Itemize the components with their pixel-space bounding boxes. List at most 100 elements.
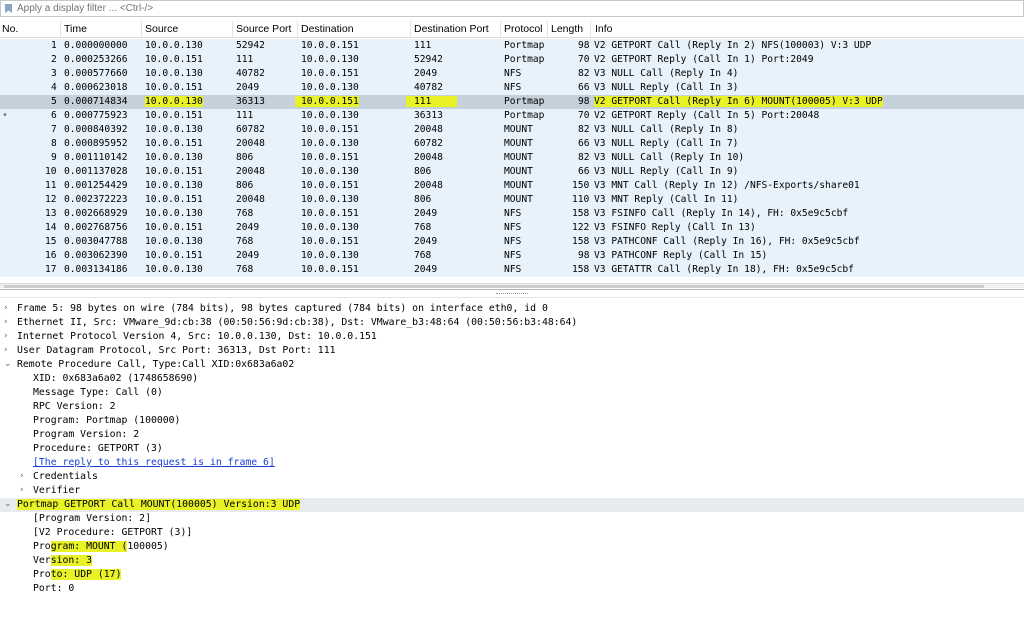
packet-row[interactable]: 13 0.002668929 10.0.0.130 768 10.0.0.151 2049…	[0, 207, 1024, 221]
packet-cell-time: 0.002372223	[64, 194, 128, 205]
packet-row[interactable]: 3 0.000577660 10.0.0.130 40782 10.0.0.151 204…	[0, 67, 1024, 81]
packet-cell-time: 0.003047788	[64, 236, 128, 247]
column-separator[interactable]	[60, 21, 61, 37]
column-header[interactable]: Destination Port	[414, 23, 489, 35]
detail-tree-item[interactable]: › Verifier	[0, 484, 1024, 498]
packet-cell-sport: 20048	[236, 166, 265, 177]
packet-cell-src: 10.0.0.130	[145, 124, 203, 135]
detail-text: [Program Version: 2]	[33, 513, 151, 524]
packet-cell-info: V3 NULL Reply (Call In 7)	[594, 138, 739, 149]
packet-cell-dst: 10.0.0.151	[301, 264, 359, 275]
scrollbar-thumb[interactable]	[4, 285, 984, 288]
detail-tree-item[interactable]: › Frame 5: 98 bytes on wire (784 bits), 9…	[0, 302, 1024, 316]
packet-cell-sport: 20048	[236, 138, 265, 149]
packet-cell-src: 10.0.0.151	[145, 82, 203, 93]
packet-cell-src: 10.0.0.130	[145, 180, 203, 191]
packet-row[interactable]: 5 0.000714834 10.0.0.130 36313 10.0.0.151 111…	[0, 95, 1024, 109]
packet-row[interactable]: 15 0.003047788 10.0.0.130 768 10.0.0.151 2049…	[0, 235, 1024, 249]
packet-cell-dport: 60782	[414, 138, 443, 149]
detail-text: Port: 0	[33, 583, 75, 594]
column-separator[interactable]	[141, 21, 142, 37]
packet-row[interactable]: 1 0.000000000 10.0.0.130 52942 10.0.0.151 111…	[0, 39, 1024, 53]
packet-cell-dport: 768	[414, 250, 432, 261]
column-header[interactable]: Source Port	[236, 23, 291, 35]
packet-cell-src: 10.0.0.130	[145, 208, 203, 219]
display-filter-input[interactable]	[1, 1, 1023, 16]
column-header[interactable]: Protocol	[504, 23, 543, 35]
packet-cell-info: V2 GETPORT Reply (Call In 1) Port:2049	[594, 54, 814, 65]
detail-tree-item[interactable]: › Internet Protocol Version 4, Src: 10.0.…	[0, 330, 1024, 344]
column-header[interactable]: Time	[64, 23, 87, 35]
column-separator[interactable]	[232, 21, 233, 37]
packet-cell-src: 10.0.0.151	[145, 166, 203, 177]
packet-cell-src: 10.0.0.130	[145, 96, 203, 107]
packet-cell-len: 98	[578, 40, 590, 51]
packet-row[interactable]: 10 0.001137028 10.0.0.151 20048 10.0.0.130 80…	[0, 165, 1024, 179]
packet-cell-info: V3 NULL Call (Reply In 10)	[594, 152, 745, 163]
column-separator[interactable]	[500, 21, 501, 37]
packet-cell-dport: 2049	[414, 68, 438, 79]
column-header[interactable]: Length	[551, 23, 583, 35]
packet-cell-len: 82	[578, 124, 590, 135]
packet-cell-sport: 806	[236, 152, 254, 163]
packet-row[interactable]: 7 0.000840392 10.0.0.130 60782 10.0.0.151 200…	[0, 123, 1024, 137]
packet-cell-dport: 806	[414, 194, 432, 205]
detail-tree-item: Program Version: 2	[0, 428, 1024, 442]
column-header[interactable]: Source	[145, 23, 178, 35]
column-separator[interactable]	[590, 21, 591, 37]
packet-row[interactable]: 16 0.003062390 10.0.0.151 2049 10.0.0.130 768…	[0, 249, 1024, 263]
packet-row[interactable]: 12 0.002372223 10.0.0.151 20048 10.0.0.130 80…	[0, 193, 1024, 207]
display-filter-bar[interactable]	[0, 0, 1024, 17]
packet-cell-no: 4	[51, 82, 57, 93]
packet-cell-src: 10.0.0.151	[145, 110, 203, 121]
packet-row[interactable]: 11 0.001254429 10.0.0.130 806 10.0.0.151 2004…	[0, 179, 1024, 193]
column-header[interactable]: Info	[595, 23, 613, 35]
bookmark-icon[interactable]	[4, 4, 13, 13]
detail-tree-item[interactable]: › Credentials	[0, 470, 1024, 484]
packet-row[interactable]: 9 0.001110142 10.0.0.130 806 10.0.0.151 20048…	[0, 151, 1024, 165]
detail-text: Frame 5: 98 bytes on wire (784 bits), 98…	[17, 303, 548, 314]
column-header[interactable]: No.	[2, 23, 18, 35]
pane-splitter[interactable]	[0, 289, 1024, 298]
packet-cell-proto: Portmap	[504, 110, 545, 121]
horizontal-scrollbar[interactable]	[0, 283, 1024, 288]
column-header[interactable]: Destination	[301, 23, 354, 35]
detail-tree-item: Proto: UDP (17)	[0, 568, 1024, 582]
expand-arrow-icon[interactable]: ›	[4, 317, 8, 327]
reply-frame-link[interactable]: [The reply to this request is in frame 6…	[33, 457, 275, 468]
packet-cell-dst: 10.0.0.151	[301, 124, 359, 135]
collapse-arrow-icon[interactable]: ⌄	[4, 359, 12, 369]
detail-text: Procedure: GETPORT (3)	[33, 443, 163, 454]
packet-row[interactable]: 8 0.000895952 10.0.0.151 20048 10.0.0.130 607…	[0, 137, 1024, 151]
detail-tree-item[interactable]: ⌄ Portmap GETPORT Call MOUNT(100005) Vers…	[0, 498, 1024, 512]
splitter-grip[interactable]	[496, 293, 528, 295]
column-separator[interactable]	[410, 21, 411, 37]
detail-tree-item[interactable]: › Ethernet II, Src: VMware_9d:cb:38 (00:5…	[0, 316, 1024, 330]
expand-arrow-icon[interactable]: ›	[4, 331, 8, 341]
packet-cell-info: V3 FSINFO Call (Reply In 14), FH: 0x5e9c…	[594, 208, 849, 219]
expand-arrow-icon[interactable]: ›	[4, 303, 8, 313]
packet-cell-proto: Portmap	[504, 54, 545, 65]
collapse-arrow-icon[interactable]: ⌄	[4, 499, 12, 509]
packet-row[interactable]: 2 0.000253266 10.0.0.151 111 10.0.0.130 52942…	[0, 53, 1024, 67]
packet-cell-time: 0.000895952	[64, 138, 128, 149]
packet-cell-src: 10.0.0.130	[145, 40, 203, 51]
expand-arrow-icon[interactable]: ›	[20, 471, 24, 481]
packet-cell-no: 15	[45, 236, 57, 247]
detail-tree-item[interactable]: › User Datagram Protocol, Src Port: 36313…	[0, 344, 1024, 358]
expand-arrow-icon[interactable]: ›	[20, 485, 24, 495]
packet-row[interactable]: 14 0.002768756 10.0.0.151 2049 10.0.0.130 768…	[0, 221, 1024, 235]
packet-cell-dport: 768	[414, 222, 432, 233]
packet-cell-time: 0.002668929	[64, 208, 128, 219]
packet-row[interactable]: 4 0.000623018 10.0.0.151 2049 10.0.0.130 4078…	[0, 81, 1024, 95]
column-separator[interactable]	[547, 21, 548, 37]
column-separator[interactable]	[297, 21, 298, 37]
packet-cell-sport: 111	[236, 110, 254, 121]
packet-cell-proto: MOUNT	[504, 152, 533, 163]
expand-arrow-icon[interactable]: ›	[4, 345, 8, 355]
detail-text: RPC Version: 2	[33, 401, 116, 412]
packet-row[interactable]: 6 0.000775923 10.0.0.151 111 10.0.0.130 36313…	[0, 109, 1024, 123]
detail-tree-item[interactable]: ⌄ Remote Procedure Call, Type:Call XID:0x…	[0, 358, 1024, 372]
packet-row[interactable]: 17 0.003134186 10.0.0.130 768 10.0.0.151 2049…	[0, 263, 1024, 277]
detail-text: [V2 Procedure: GETPORT (3)]	[33, 527, 193, 538]
